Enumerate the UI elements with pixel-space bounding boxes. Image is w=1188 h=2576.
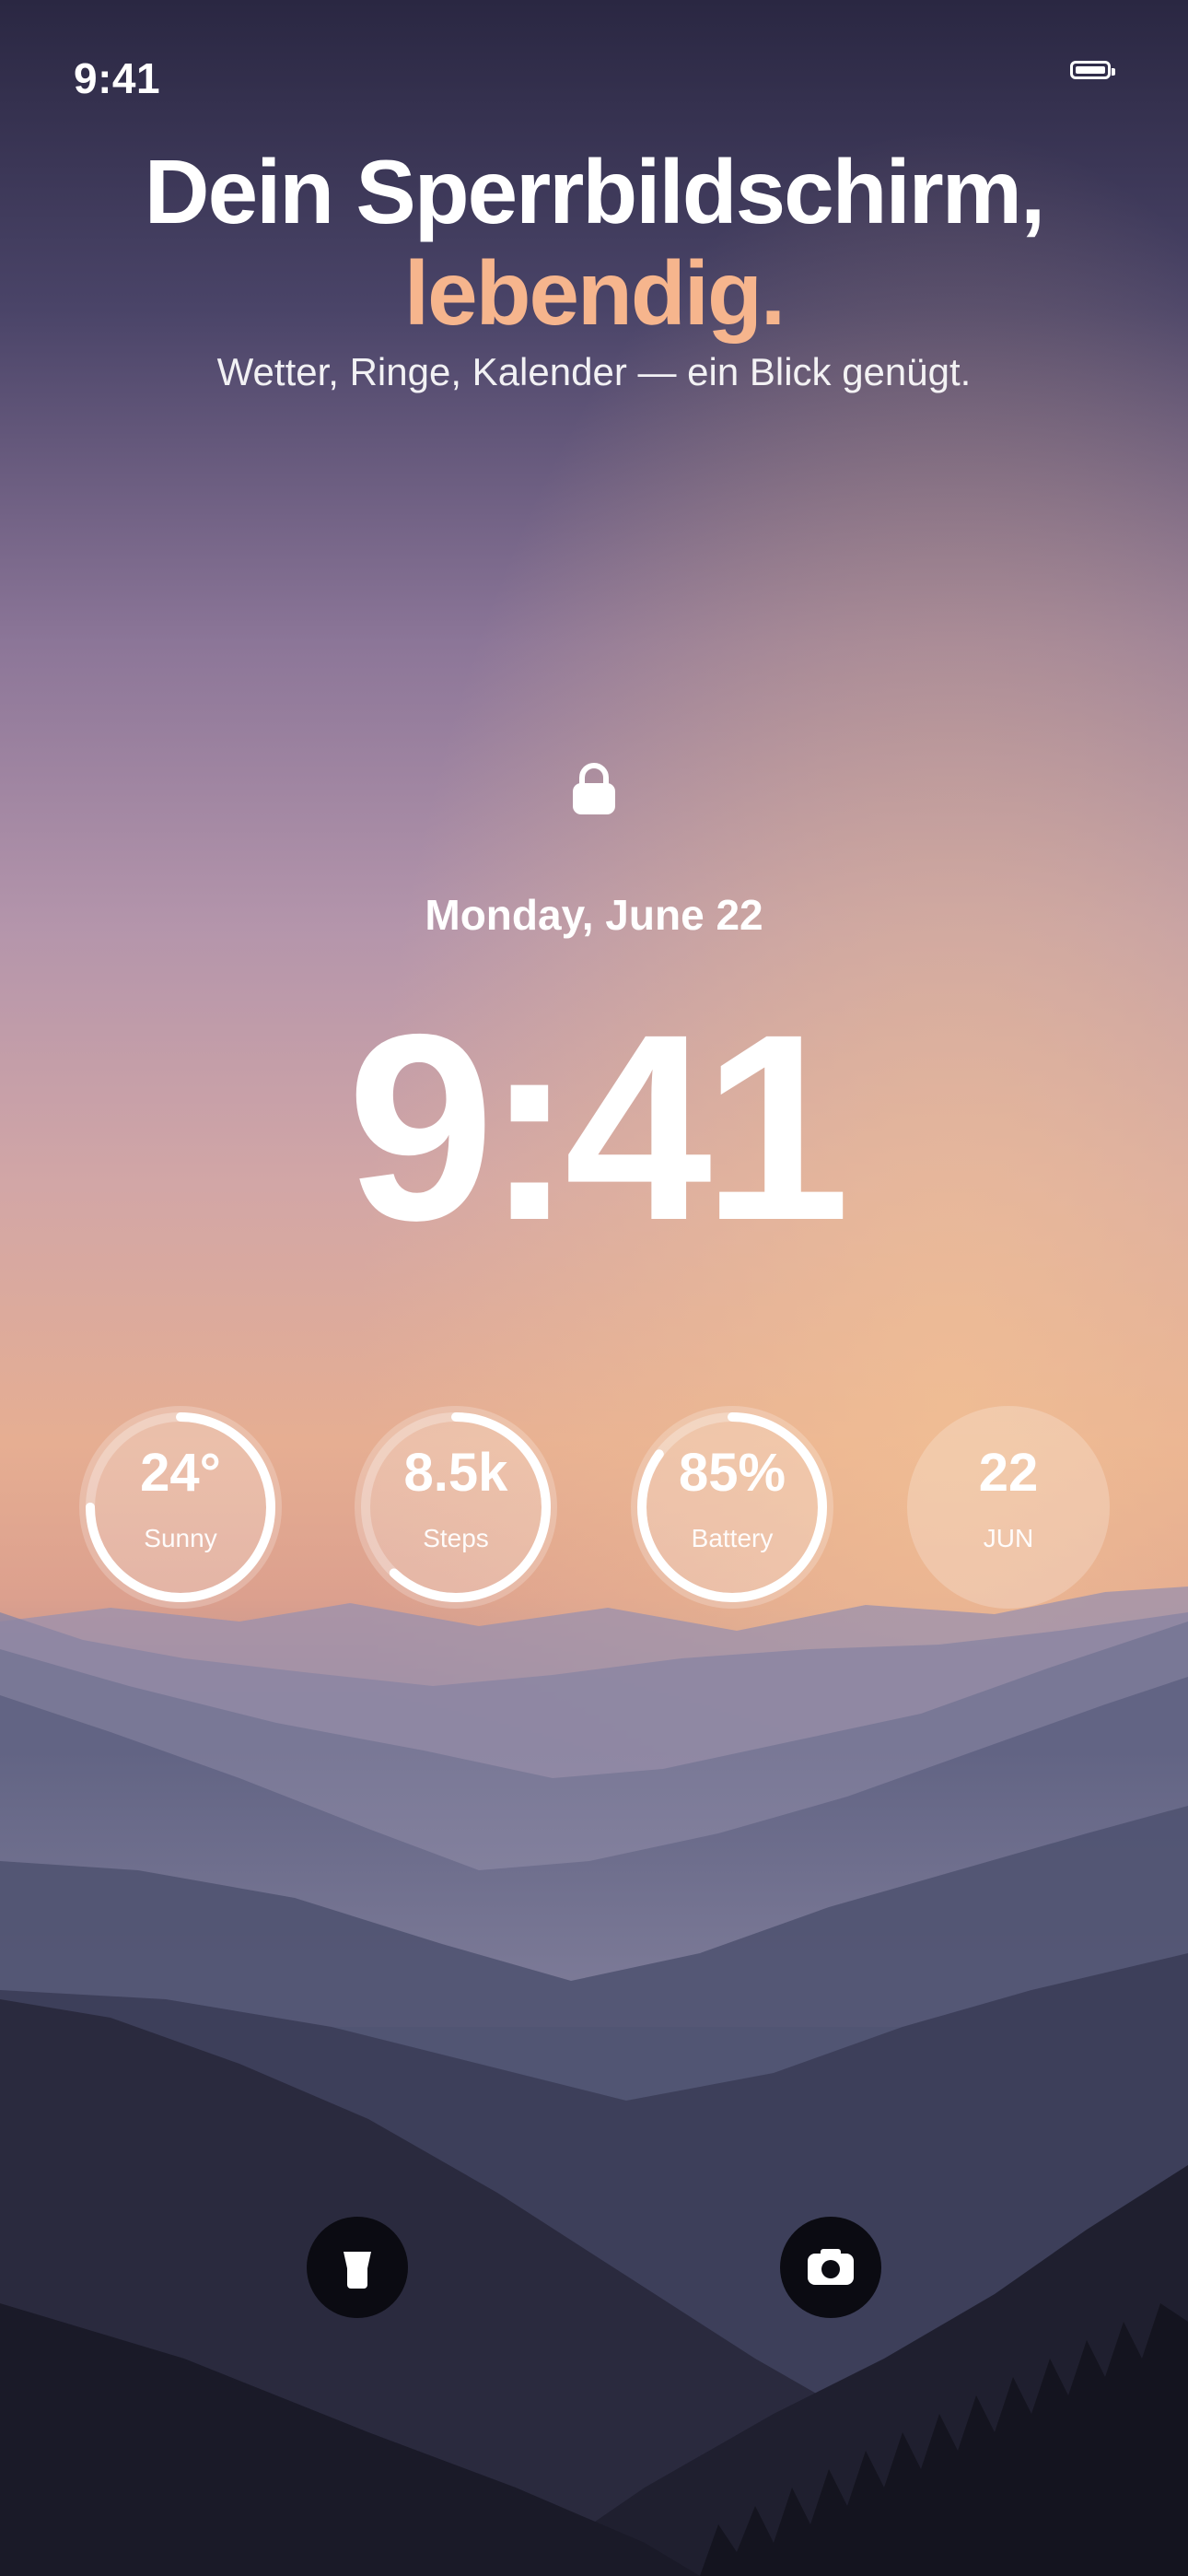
widget-value: 22 (978, 1443, 1039, 1503)
lock-icon (569, 761, 619, 823)
headline-line-1: Dein Sperrbildschirm, (144, 141, 1045, 242)
calendar-widget[interactable]: 22 JUN (905, 1404, 1112, 1610)
widget-value: 8.5k (403, 1443, 508, 1503)
widget-value: 24° (140, 1443, 221, 1503)
camera-button[interactable] (780, 2217, 881, 2318)
camera-icon (808, 2249, 854, 2285)
weather-widget[interactable]: 24° Sunny (77, 1404, 284, 1610)
flashlight-button[interactable] (307, 2217, 408, 2318)
headline-line-2-accent: lebendig. (403, 242, 786, 344)
battery-widget[interactable]: 85% Battery (629, 1404, 835, 1610)
calendar-icon (907, 1406, 1110, 1609)
headline-subtitle: Wetter, Ringe, Kalender — ein Blick genü… (216, 350, 972, 393)
battery-ring-icon (631, 1406, 833, 1609)
widget-value: 85% (678, 1443, 786, 1503)
widget-label: Sunny (144, 1524, 217, 1552)
steps-widget[interactable]: 8.5k Steps (353, 1404, 559, 1610)
widget-label: Battery (691, 1524, 774, 1552)
steps-ring-icon (355, 1406, 557, 1609)
lock-clock: 9:41 (346, 979, 850, 1276)
battery-icon (1070, 61, 1115, 79)
weather-ring-icon (79, 1406, 282, 1609)
flashlight-icon (344, 2252, 371, 2289)
widget-label: JUN (983, 1524, 1034, 1552)
widget-label: Steps (423, 1524, 489, 1552)
lock-date: Monday, June 22 (425, 891, 763, 939)
status-bar-time: 9:41 (74, 54, 161, 102)
